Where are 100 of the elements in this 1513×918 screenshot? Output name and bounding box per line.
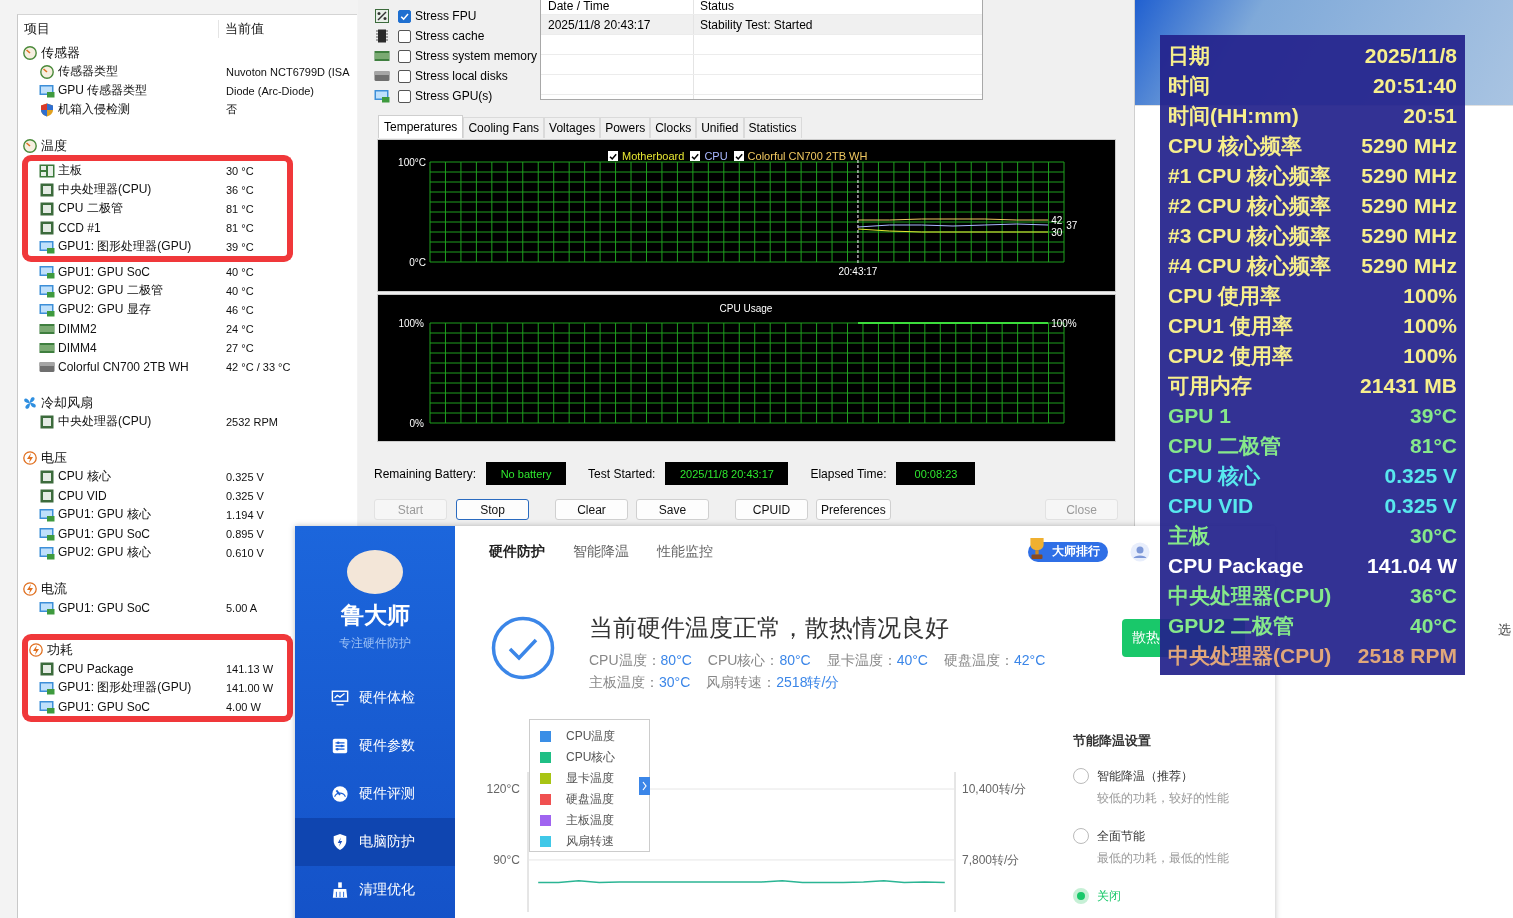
sensor-row[interactable]: DIMM4 27 °C [18,338,254,357]
tab[interactable]: 硬件防护 [489,542,545,561]
column-header[interactable]: Date / Time [541,0,694,14]
group-title[interactable]: 冷却风扇 [41,393,93,412]
legend-label[interactable]: CPU温度 [566,728,616,745]
tab[interactable]: Temperatures [378,115,464,138]
legend-label[interactable]: CPU [704,150,728,162]
sliders-icon [331,737,349,755]
tab[interactable]: Voltages [544,117,601,138]
badge-label[interactable]: 大师排行 [1052,543,1100,560]
button[interactable]: CPUID [735,499,808,520]
sensor-row[interactable]: CPU 核心 0.325 V [18,467,264,486]
nav-label[interactable]: 清理优化 [359,881,415,899]
legend-label[interactable]: CPU核心 [566,749,616,766]
tab[interactable]: Cooling Fans [463,117,545,138]
checkbox[interactable] [398,89,411,103]
nav-label[interactable]: 硬件体检 [359,689,415,707]
button[interactable]: Preferences [816,499,891,520]
sensor-row[interactable]: 主板 30 °C [22,155,293,180]
metric-value: 100% [1403,314,1457,338]
button[interactable]: Save [636,499,709,520]
checkbox[interactable] [608,151,618,161]
sensor-row[interactable]: CPU VID 0.325 V [18,486,264,505]
metric-label: GPU 1 [1168,404,1232,428]
sensor-row[interactable]: GPU1: 图形处理器(GPU) 39 °C [22,237,293,262]
sensor-row[interactable]: GPU 传感器类型 Diode (Arc-Diode) [18,81,315,100]
nav-label[interactable]: 电脑防护 [359,833,415,851]
column-header[interactable]: 当前值 [219,20,264,38]
nav-item[interactable]: 电脑防护 [295,818,455,866]
sensor-row[interactable]: GPU1: GPU SoC 4.00 W [22,697,293,722]
sensor-row[interactable]: CCD #1 81 °C [22,218,293,237]
nav-item[interactable]: 清理优化 [295,866,455,914]
option-label[interactable]: Stress local disks [415,69,508,83]
radio-button[interactable] [1073,828,1089,844]
sensor-row[interactable]: GPU1: GPU SoC 40 °C [18,262,254,281]
group-title[interactable]: 功耗 [47,640,73,659]
nav-label[interactable]: 硬件参数 [359,737,415,755]
column-header[interactable]: Status [694,0,735,13]
legend-label[interactable]: 显卡温度 [566,770,614,787]
sensor-row[interactable]: 机箱入侵检测 否 [18,100,237,119]
group-title[interactable]: 温度 [41,136,67,155]
option-label[interactable]: 全面节能 [1097,828,1229,845]
sensor-row[interactable]: 中央处理器(CPU) 2532 RPM [18,412,278,431]
group-row[interactable]: 功耗 [22,634,293,659]
sensor-row[interactable]: GPU2: GPU 核心 0.610 V [18,543,264,562]
nav-label[interactable]: 硬件评测 [359,785,415,803]
group-title[interactable]: 电压 [41,448,67,467]
radio-button[interactable] [1073,768,1089,784]
sensor-row[interactable]: DIMM2 24 °C [18,319,254,338]
group-row[interactable]: 温度 [18,136,67,155]
percent-icon [374,9,390,23]
chevron-icon[interactable] [639,777,650,795]
sensor-row[interactable]: 传感器类型 Nuvoton NCT6799D (ISA [18,62,350,81]
legend-label[interactable]: Colorful CN700 2TB WH [747,150,868,162]
checkbox[interactable] [733,151,744,161]
sensor-row[interactable]: GPU2: GPU 二极管 40 °C [18,281,254,300]
metric-label: CPU 核心 [1168,463,1261,489]
option-label[interactable]: Stress FPU [415,9,477,23]
tab[interactable]: 性能监控 [657,542,713,561]
checkbox[interactable] [398,29,411,43]
checkbox[interactable] [398,69,411,83]
nav-item[interactable]: 硬件评测 [295,770,455,818]
button[interactable]: Clear [555,499,628,520]
monitor-icon [39,264,55,279]
group-row[interactable]: 传感器 [18,43,80,62]
option-label[interactable]: 智能降温（推荐） [1097,768,1229,785]
sensor-row[interactable]: 中央处理器(CPU) 36 °C [22,180,293,199]
sensor-row[interactable]: Colorful CN700 2TB WH 42 °C / 33 °C [18,357,291,376]
group-row[interactable]: 电流 [18,579,67,598]
sensor-row[interactable]: GPU1: GPU 核心 1.194 V [18,505,264,524]
sensor-row[interactable]: GPU2: GPU 显存 46 °C [18,300,254,319]
group-row[interactable]: 冷却风扇 [18,393,93,412]
nav-item[interactable]: 硬件体检 [295,674,455,722]
option-label[interactable]: Stress GPU(s) [415,89,493,103]
legend-label[interactable]: 主板温度 [566,812,614,829]
button[interactable]: Stop [456,499,529,520]
tab[interactable]: Unified [696,117,744,138]
tab[interactable]: Statistics [743,117,802,138]
legend-label[interactable]: Motherboard [622,150,685,162]
legend-label[interactable]: 硬盘温度 [566,791,614,808]
tab[interactable]: 智能降温 [573,542,629,561]
sensor-row[interactable]: CPU 二极管 81 °C [22,199,293,218]
group-row[interactable]: 电压 [18,448,67,467]
sensor-name: GPU1: GPU SoC [58,699,152,714]
legend-label[interactable]: 风扇转速 [566,833,614,850]
checkbox[interactable] [398,9,411,23]
sensor-row[interactable]: GPU1: GPU SoC 0.895 V [18,524,264,543]
nav-item[interactable]: 硬件参数 [295,722,455,770]
sensor-row[interactable]: GPU1: GPU SoC 5.00 A [18,598,258,617]
column-header[interactable]: 项目 [18,20,219,38]
option-label[interactable]: Stress cache [415,29,485,43]
checkbox[interactable] [690,151,701,161]
group-title[interactable]: 传感器 [41,43,80,62]
user-avatar-icon[interactable] [1130,541,1150,562]
tab[interactable]: Powers [600,117,651,138]
checkbox[interactable] [398,49,411,63]
ranking-badge[interactable]: 大师排行 [1028,541,1108,562]
option-label[interactable]: Stress system memory [415,49,537,63]
group-title[interactable]: 电流 [41,579,67,598]
tab[interactable]: Clocks [650,117,697,138]
